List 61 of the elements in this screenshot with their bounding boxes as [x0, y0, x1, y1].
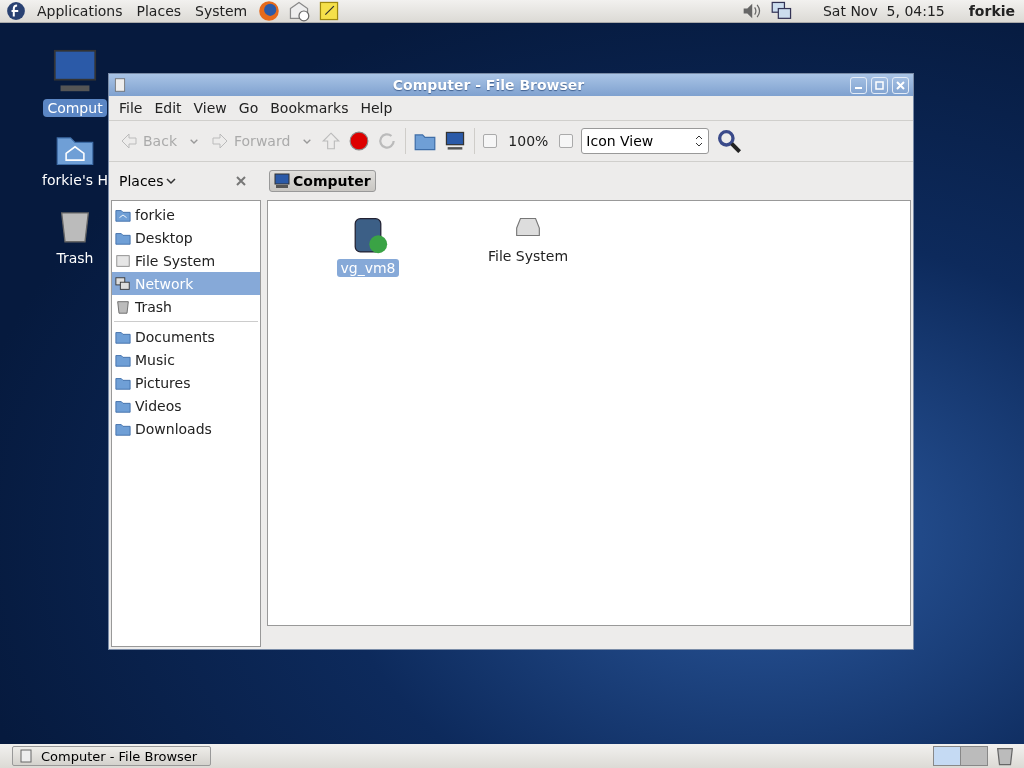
- menu-item[interactable]: File: [115, 99, 147, 117]
- maximize-button[interactable]: [871, 76, 888, 94]
- workspace-switcher[interactable]: [960, 746, 988, 766]
- sidebar-item[interactable]: Desktop: [112, 226, 260, 249]
- sidebar-item[interactable]: Music: [112, 348, 260, 371]
- notepad-icon[interactable]: [318, 0, 341, 22]
- sidebar-item[interactable]: Trash: [112, 295, 260, 318]
- search-icon[interactable]: [717, 129, 742, 153]
- fedora-logo-icon: [6, 1, 26, 21]
- menu-item[interactable]: Go: [234, 99, 263, 117]
- stop-icon[interactable]: [349, 131, 370, 151]
- window-icon: [19, 749, 33, 763]
- right-arrow-icon: [211, 132, 229, 150]
- minimize-button[interactable]: [850, 76, 867, 94]
- zoom-in-button[interactable]: [559, 134, 574, 148]
- close-icon[interactable]: [235, 175, 247, 187]
- sidebar-item[interactable]: forkie: [112, 203, 260, 226]
- menu-item[interactable]: View: [189, 99, 231, 117]
- window-menu-icon[interactable]: [113, 78, 127, 92]
- sidebar-item[interactable]: Videos: [112, 394, 260, 417]
- panel-menu[interactable]: System: [192, 3, 251, 19]
- trash-icon: [115, 298, 131, 315]
- maximize-icon: [875, 80, 884, 90]
- menu-item[interactable]: Help: [356, 99, 397, 117]
- desktop-icon-label[interactable]: Comput: [43, 99, 107, 117]
- reload-icon[interactable]: [377, 131, 398, 151]
- places-dropdown[interactable]: Places: [119, 173, 176, 189]
- up-down-caret-icon: [694, 134, 705, 148]
- network-icon: [115, 275, 131, 292]
- sidebar-item[interactable]: Pictures: [112, 371, 260, 394]
- computer-icon[interactable]: [444, 130, 467, 152]
- taskbar-button[interactable]: Computer - File Browser: [12, 746, 211, 766]
- panel-menu[interactable]: Places: [133, 3, 185, 19]
- left-arrow-icon: [120, 132, 138, 150]
- computer-icon: [274, 173, 290, 189]
- sidebar-item[interactable]: Downloads: [112, 417, 260, 440]
- globe-icon[interactable]: [258, 0, 281, 22]
- window-title: Computer - File Browser: [391, 77, 586, 93]
- close-icon: [896, 80, 905, 90]
- clock[interactable]: Sat Nov 5, 04:15: [820, 3, 948, 19]
- zoom-out-button[interactable]: [483, 134, 498, 148]
- desktop-icon-label[interactable]: Trash: [52, 249, 98, 267]
- location-button[interactable]: Computer: [269, 170, 376, 192]
- trash-icon[interactable]: [994, 745, 1016, 767]
- zoom-level: 100%: [507, 133, 550, 149]
- close-button[interactable]: [892, 76, 909, 94]
- menu-item[interactable]: Edit: [150, 99, 186, 117]
- up-arrow-icon[interactable]: [321, 131, 342, 151]
- view-selector[interactable]: Icon View: [581, 128, 710, 154]
- panel-menu[interactable]: Applications: [34, 3, 126, 19]
- workspace-switcher[interactable]: [933, 746, 961, 766]
- menu-item[interactable]: Bookmarks: [266, 99, 353, 117]
- minimize-icon: [855, 87, 862, 89]
- sidebar-item[interactable]: Documents: [112, 325, 260, 348]
- network-icon[interactable]: [770, 0, 794, 22]
- drive-icon: [115, 252, 131, 269]
- caret-down-icon: [165, 176, 176, 186]
- sidebar-item[interactable]: File System: [112, 249, 260, 272]
- desktop-icon-label[interactable]: forkie's H: [38, 171, 112, 189]
- user-name[interactable]: forkie: [965, 3, 1018, 19]
- file-label[interactable]: File System: [484, 247, 572, 265]
